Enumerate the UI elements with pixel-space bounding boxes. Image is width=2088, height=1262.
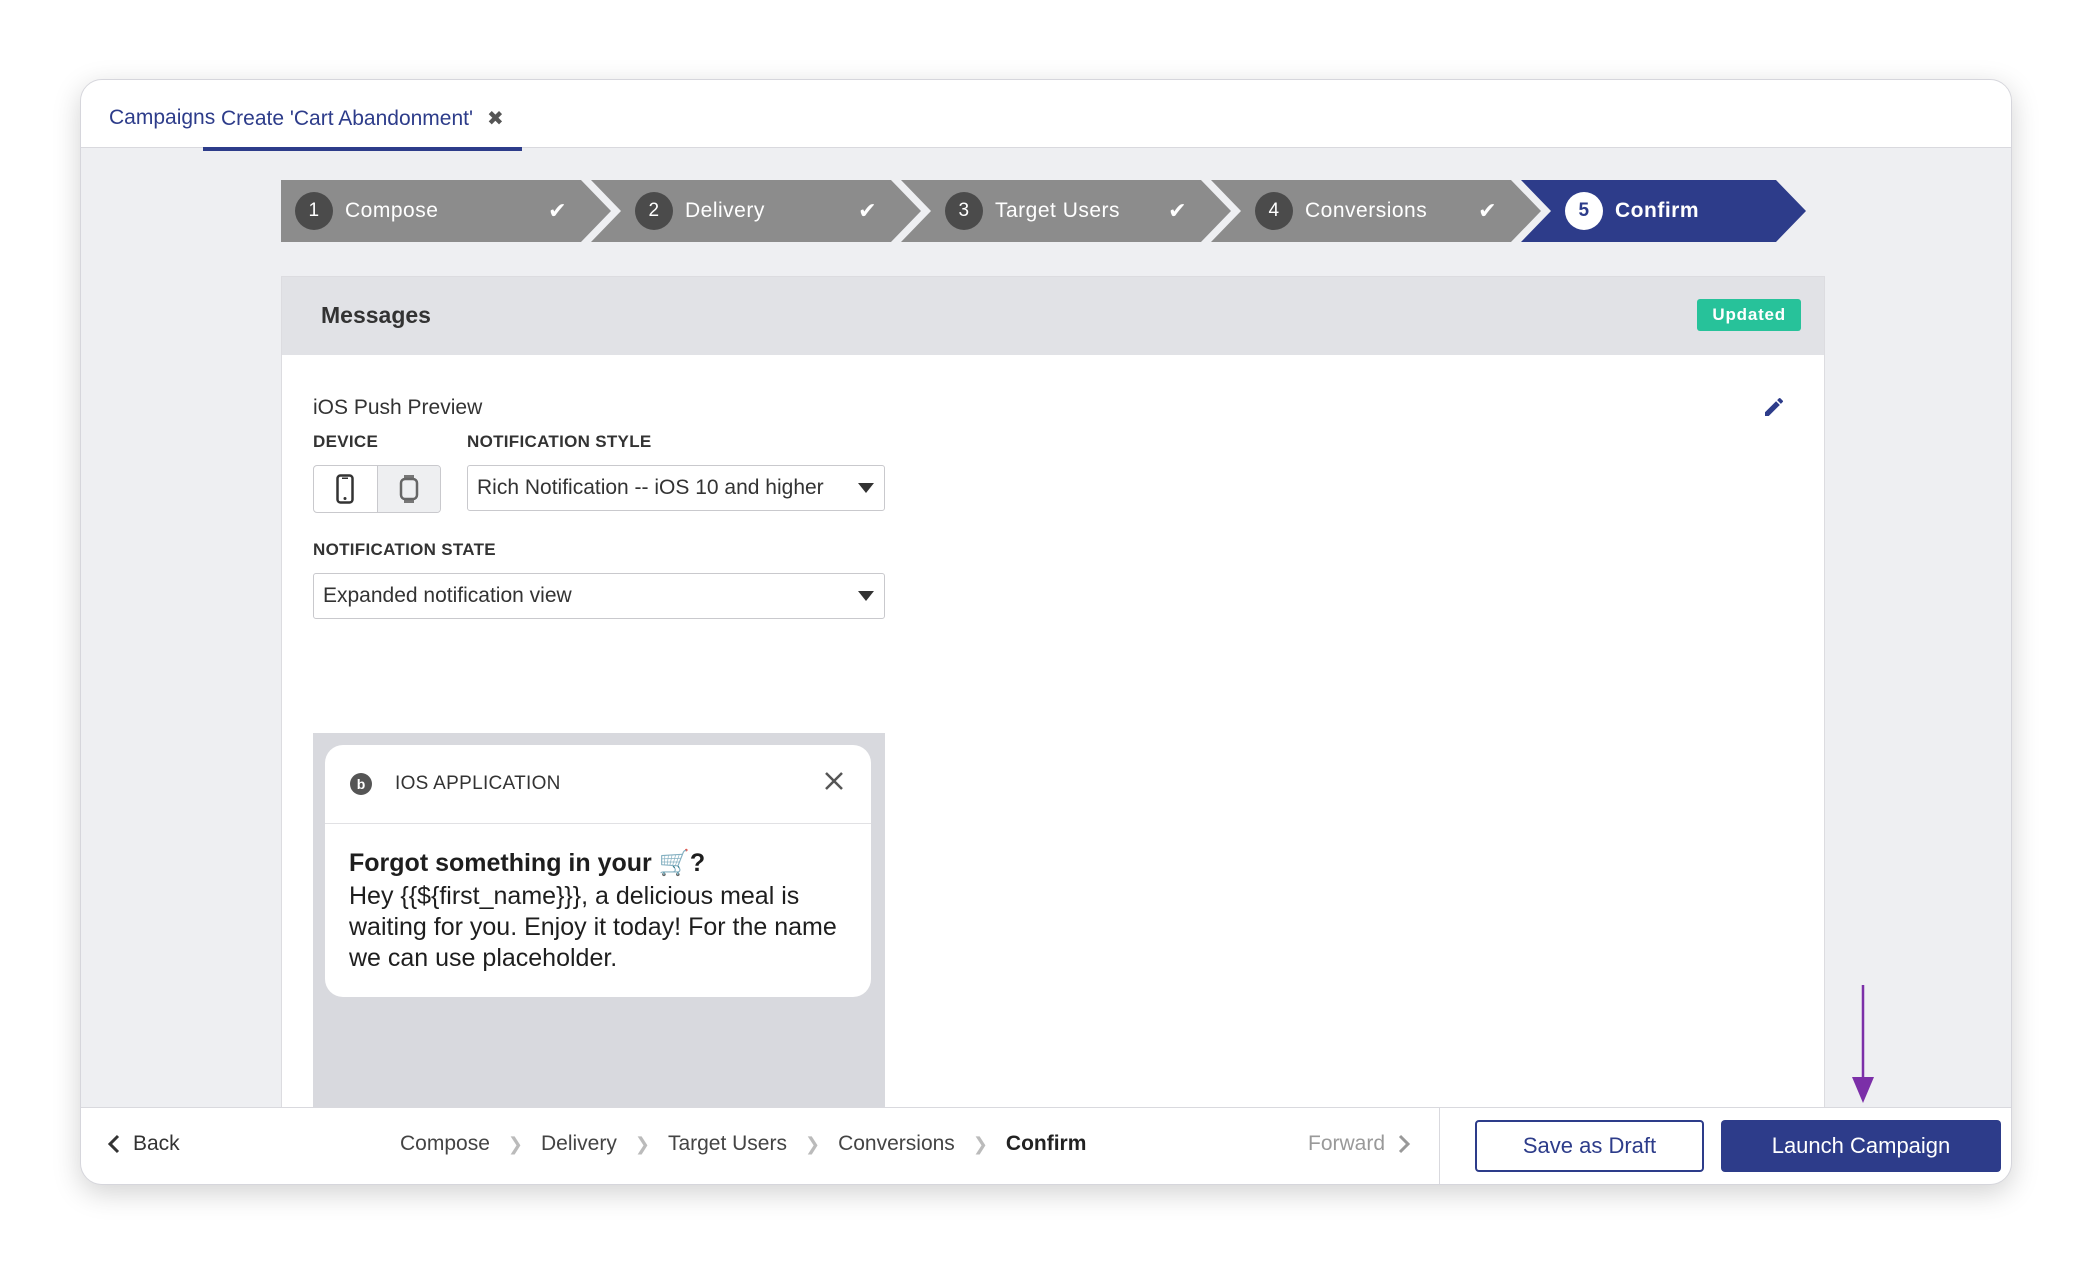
tab-campaigns-label: Campaigns: [109, 106, 216, 129]
push-notification: b IOS APPLICATION Forgot something in yo…: [325, 745, 871, 997]
crumb-conversions[interactable]: Conversions: [838, 1132, 955, 1156]
step-number: 1: [295, 192, 333, 230]
save-as-draft-button[interactable]: Save as Draft: [1475, 1120, 1704, 1172]
notification-state-value: Expanded notification view: [323, 584, 572, 607]
crumb-confirm[interactable]: Confirm: [1006, 1132, 1087, 1156]
forward-label: Forward: [1308, 1132, 1386, 1155]
forward-button[interactable]: Forward: [1308, 1132, 1411, 1156]
chevron-right-icon: ❯: [507, 1133, 523, 1154]
pencil-icon[interactable]: [1762, 395, 1786, 419]
back-label: Back: [133, 1132, 180, 1155]
step-confirm[interactable]: 5 Confirm: [1521, 180, 1806, 242]
notification-state-select[interactable]: Expanded notification view: [313, 573, 885, 619]
app-icon: b: [350, 773, 372, 795]
card-title: Messages: [321, 302, 431, 328]
device-toggle: [313, 465, 441, 513]
step-number: 3: [945, 192, 983, 230]
footer-divider: [1439, 1108, 1440, 1184]
step-number: 4: [1255, 192, 1293, 230]
chevron-left-icon: [107, 1134, 120, 1154]
chevron-right-icon: [1398, 1134, 1411, 1154]
messages-card: Messages Updated iOS Push Preview DEVICE…: [281, 276, 1825, 1184]
step-label: Target Users: [995, 199, 1121, 222]
chevron-right-icon: ❯: [634, 1133, 650, 1154]
watch-device-button[interactable]: [376, 466, 440, 512]
status-badge: Updated: [1697, 299, 1801, 331]
phone-device-button[interactable]: [314, 466, 377, 512]
notification-body: Hey {{${first_name}}}, a delicious meal …: [349, 882, 837, 972]
notification-state-label: NOTIFICATION STATE: [313, 540, 496, 559]
caret-down-icon: [858, 591, 874, 601]
caret-down-icon: [858, 483, 874, 493]
phone-icon: [336, 474, 354, 504]
notification-title: Forgot something in your 🛒?: [349, 849, 706, 877]
tab-create-campaign-label: Create 'Cart Abandonment': [221, 106, 473, 130]
notification-style-select[interactable]: Rich Notification -- iOS 10 and higher: [467, 465, 885, 511]
crumb-delivery[interactable]: Delivery: [541, 1132, 617, 1156]
step-target-users[interactable]: 3 Target Users ✔: [901, 180, 1231, 242]
tab-bar: Campaigns Create 'Cart Abandonment' ✖: [81, 80, 2011, 151]
step-label: Compose: [345, 199, 439, 222]
device-label: DEVICE: [313, 432, 379, 451]
close-icon[interactable]: ✖: [487, 106, 504, 131]
notification-style-label: NOTIFICATION STYLE: [467, 432, 652, 451]
close-icon[interactable]: [822, 769, 846, 793]
step-label: Delivery: [685, 199, 765, 222]
step-conversions[interactable]: 4 Conversions ✔: [1211, 180, 1541, 242]
watch-icon: [399, 475, 418, 503]
tab-create-campaign[interactable]: Create 'Cart Abandonment' ✖: [203, 106, 522, 151]
app-window: Campaigns Create 'Cart Abandonment' ✖ 1 …: [80, 79, 2012, 1185]
app-name: IOS APPLICATION: [395, 773, 561, 794]
chevron-right-icon: ❯: [972, 1133, 988, 1154]
step-compose[interactable]: 1 Compose ✔: [281, 180, 611, 242]
crumb-target-users[interactable]: Target Users: [668, 1132, 787, 1156]
annotation-arrow-icon: [1852, 985, 1874, 1103]
check-icon: ✔: [858, 198, 877, 223]
chevron-right-icon: ❯: [804, 1133, 821, 1154]
step-label: Conversions: [1305, 199, 1428, 222]
step-label: Confirm: [1615, 199, 1699, 222]
check-icon: ✔: [548, 198, 567, 223]
back-button[interactable]: Back: [107, 1132, 180, 1156]
step-number: 2: [635, 192, 673, 230]
launch-campaign-button[interactable]: Launch Campaign: [1721, 1120, 2001, 1172]
card-header: Messages Updated: [282, 277, 1824, 355]
step-number: 5: [1565, 192, 1603, 230]
breadcrumb: Compose ❯ Delivery ❯ Target Users ❯ Conv…: [400, 1132, 1086, 1156]
notification-style-value: Rich Notification -- iOS 10 and higher: [477, 476, 824, 499]
footer-bar: Back Compose ❯ Delivery ❯ Target Users ❯…: [81, 1107, 2011, 1184]
crumb-compose[interactable]: Compose: [400, 1132, 490, 1156]
tab-campaigns[interactable]: Campaigns: [109, 106, 215, 130]
check-icon: ✔: [1168, 198, 1187, 223]
notification-header: b IOS APPLICATION: [325, 745, 871, 824]
step-delivery[interactable]: 2 Delivery ✔: [591, 180, 921, 242]
check-icon: ✔: [1478, 198, 1497, 223]
preview-title: iOS Push Preview: [313, 396, 483, 419]
